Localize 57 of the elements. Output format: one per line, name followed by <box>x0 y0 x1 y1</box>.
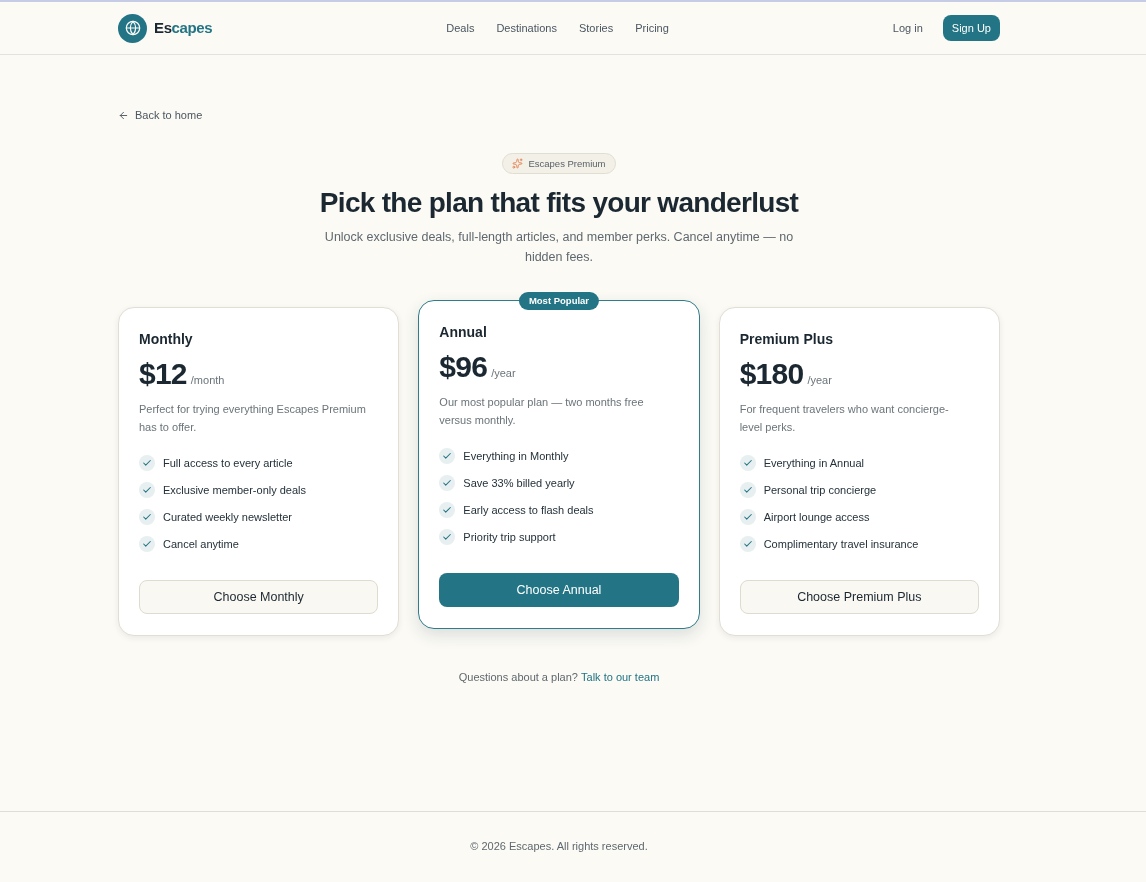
page-subtitle: Unlock exclusive deals, full-length articles, and member perks. Cancel anytime — no hidden fees. <box>323 229 795 266</box>
plan-price: $180 <box>739 356 804 392</box>
plan-description: Our most popular plan — two months free versus monthly. <box>439 395 645 428</box>
choose-plan-button[interactable]: Choose Annual <box>439 573 679 607</box>
feature-text: Full access to every article <box>163 456 293 470</box>
badge-text: Escapes Premium <box>528 157 606 170</box>
choose-plan-button[interactable]: Choose Premium Plus <box>739 580 979 614</box>
feature-text: Save 33% billed yearly <box>463 476 575 490</box>
check-icon <box>439 502 456 518</box>
globe-logo-icon[interactable] <box>118 13 147 43</box>
plan-name: Premium Plus <box>739 330 835 348</box>
login-link[interactable]: Log in <box>892 21 923 35</box>
plan-period: /year <box>807 373 832 387</box>
feature-text: Priority trip support <box>463 530 556 544</box>
copyright-text: © 2026 Escapes. All rights reserved. <box>470 839 648 853</box>
brand-name[interactable]: Escapes <box>154 19 213 37</box>
feature-text: Everything in Monthly <box>463 449 569 463</box>
check-icon <box>739 509 756 525</box>
check-icon <box>439 448 456 464</box>
page-title: Pick the plan that fits your wanderlust <box>319 186 799 220</box>
feature-text: Airport lounge access <box>763 510 870 524</box>
check-icon <box>739 536 756 552</box>
sparkle-icon <box>512 158 524 169</box>
check-icon <box>439 529 456 545</box>
check-icon <box>139 455 155 471</box>
check-icon <box>139 482 155 498</box>
feature-text: Everything in Annual <box>763 456 864 470</box>
nav-link[interactable]: Deals <box>446 21 475 35</box>
plan-price: $96 <box>439 349 488 385</box>
feature-text: Early access to flash deals <box>463 503 594 517</box>
plan-period: /month <box>190 373 225 387</box>
signup-button[interactable]: Sign Up <box>942 15 1000 41</box>
feature-text: Curated weekly newsletter <box>163 510 292 524</box>
plan-name: Monthly <box>139 330 194 348</box>
back-to-home-link[interactable]: Back to home <box>118 108 203 122</box>
most-popular-badge: Most Popular <box>518 292 600 310</box>
plan-description: For frequent travelers who want concierge-level perks. <box>739 402 950 435</box>
plan-name: Annual <box>439 323 488 341</box>
choose-plan-button[interactable]: Choose Monthly <box>139 580 379 614</box>
nav-link[interactable]: Stories <box>578 21 614 35</box>
check-icon <box>139 536 155 552</box>
feature-text: Complimentary travel insurance <box>763 537 919 551</box>
plan-price: $12 <box>139 356 187 392</box>
check-icon <box>139 509 155 525</box>
check-icon <box>739 482 756 498</box>
arrow-left-icon <box>118 109 129 121</box>
check-icon <box>739 455 756 471</box>
feature-text: Personal trip concierge <box>763 483 877 497</box>
feature-text: Cancel anytime <box>163 537 239 551</box>
feature-text: Exclusive member-only deals <box>163 483 307 497</box>
contact-text: Questions about a plan? Talk to our team <box>457 670 661 684</box>
contact-link[interactable]: Talk to our team <box>581 671 660 683</box>
plan-description: Perfect for trying everything Escapes Premium has to offer. <box>139 402 367 435</box>
check-icon <box>439 475 456 491</box>
plan-period: /year <box>491 366 516 380</box>
nav-link[interactable]: Pricing <box>635 21 669 35</box>
nav-link[interactable]: Destinations <box>496 21 557 35</box>
